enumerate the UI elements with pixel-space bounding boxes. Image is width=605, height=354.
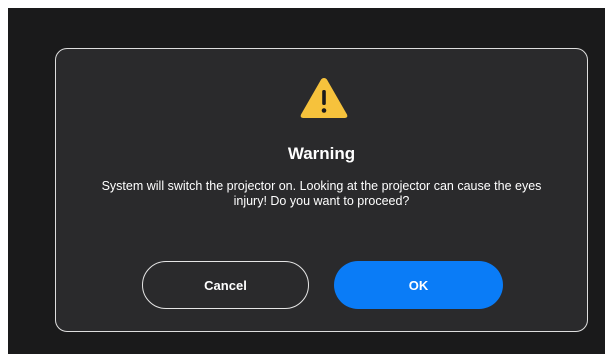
- warning-icon: [300, 78, 348, 118]
- warning-dialog: Warning System will switch the projector…: [55, 48, 588, 332]
- cancel-button[interactable]: Cancel: [142, 261, 309, 309]
- dialog-message: System will switch the projector on. Loo…: [101, 179, 542, 208]
- dialog-title: Warning: [287, 144, 356, 163]
- ok-button[interactable]: OK: [334, 261, 503, 309]
- modal-backdrop: Warning System will switch the projector…: [8, 8, 605, 354]
